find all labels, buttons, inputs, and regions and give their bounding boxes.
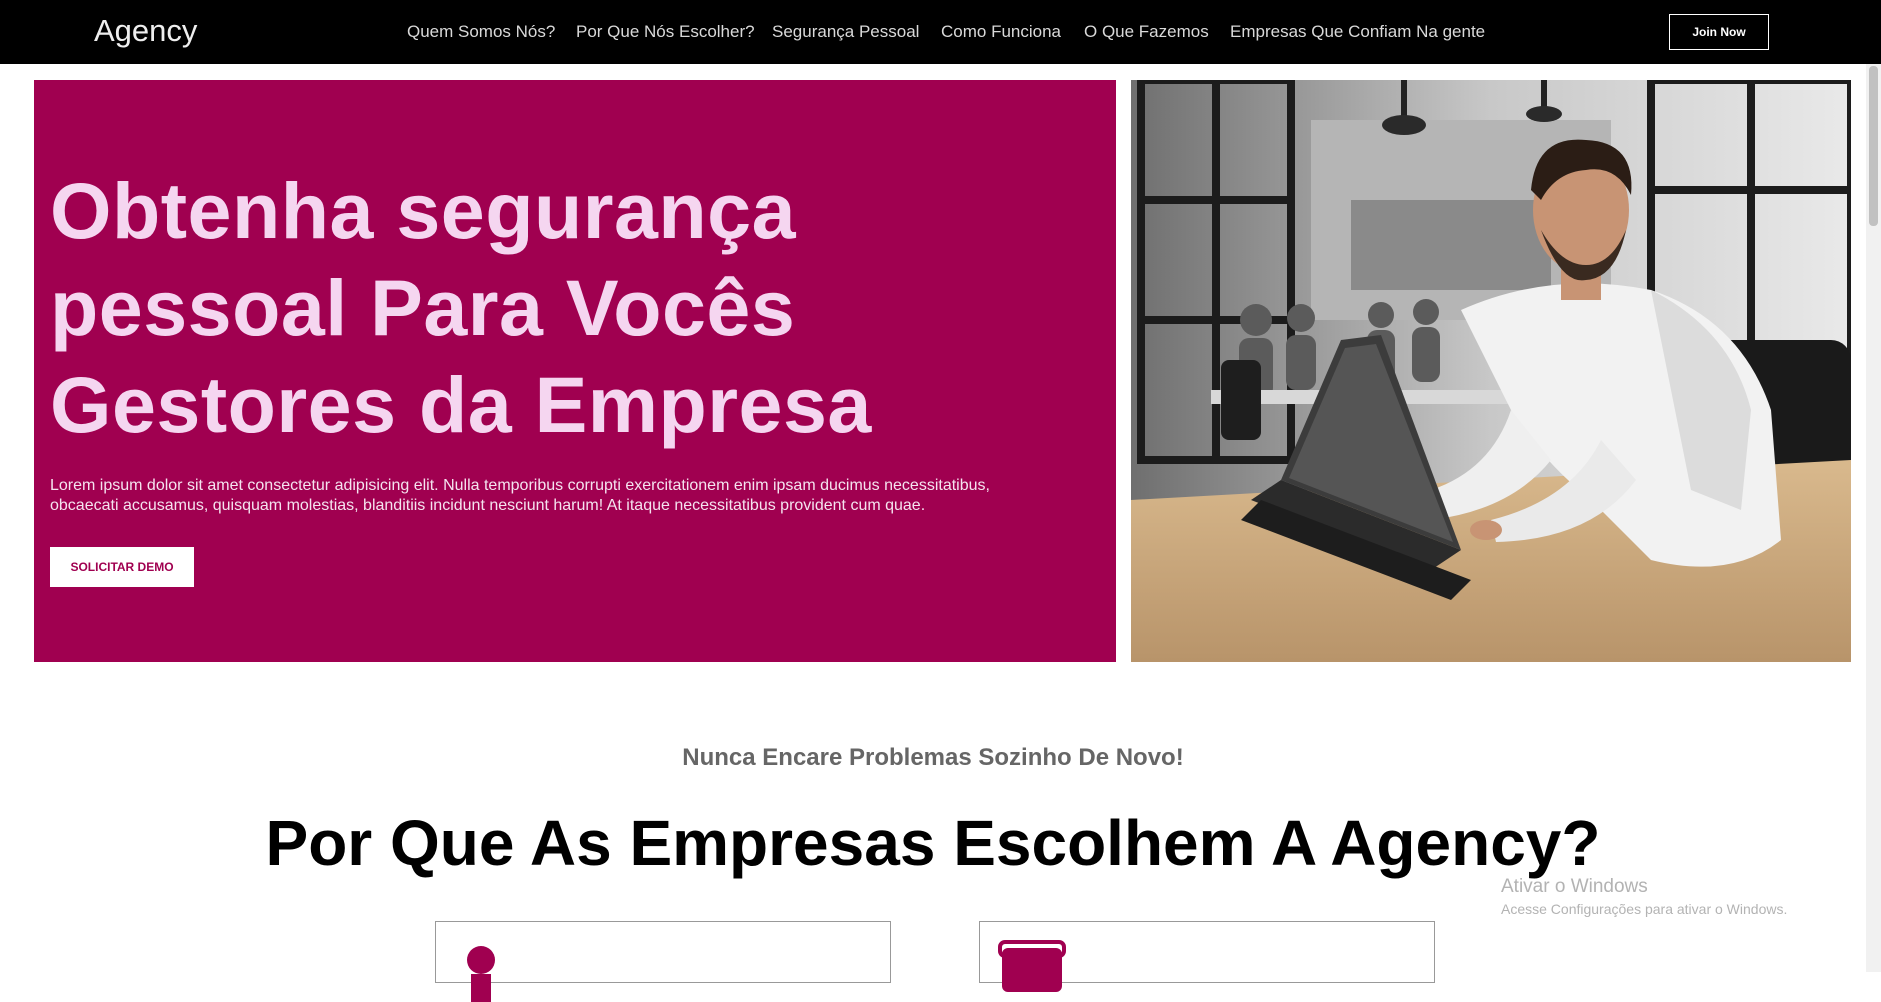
nav-link-o-que-fazemos[interactable]: O Que Fazemos — [1084, 22, 1209, 42]
feature-card-1 — [435, 921, 891, 1002]
request-demo-button[interactable]: SOLICITAR DEMO — [50, 547, 194, 587]
windows-activation-subtitle: Acesse Configurações para ativar o Windo… — [1501, 901, 1788, 917]
nav-link-empresas[interactable]: Empresas Que Confiam Na gente — [1230, 22, 1485, 42]
brand-logo[interactable]: Agency — [94, 13, 197, 49]
top-navbar: Agency Quem Somos Nós? Por Que Nós Escol… — [0, 0, 1881, 64]
windows-activation-title: Ativar o Windows — [1501, 876, 1648, 897]
nav-link-seguranca[interactable]: Segurança Pessoal — [772, 22, 919, 42]
nav-link-por-que[interactable]: Por Que Nós Escolher? — [576, 22, 755, 42]
join-now-button[interactable]: Join Now — [1669, 14, 1769, 50]
hero-image-office-man-laptop — [1131, 80, 1851, 662]
hero-description: Lorem ipsum dolor sit amet consectetur a… — [50, 477, 990, 514]
hero-panel: Obtenha segurança pessoal Para Vocês Ges… — [34, 80, 1116, 662]
office-photo-illustration — [1131, 80, 1851, 662]
section-title: Por Que As Empresas Escolhem A Agency? — [265, 807, 1601, 879]
section-subtitle: Nunca Encare Problemas Sozinho De Novo! — [682, 744, 1184, 771]
hero-title: Obtenha segurança pessoal Para Vocês Ges… — [50, 166, 872, 449]
person-icon — [467, 946, 495, 1002]
briefcase-icon — [998, 940, 1066, 992]
nav-link-como-funciona[interactable]: Como Funciona — [941, 22, 1061, 42]
page-scrollbar[interactable] — [1866, 64, 1881, 972]
scrollbar-thumb[interactable] — [1869, 66, 1878, 226]
feature-card-2 — [979, 921, 1435, 992]
nav-link-quem-somos[interactable]: Quem Somos Nós? — [407, 22, 555, 42]
